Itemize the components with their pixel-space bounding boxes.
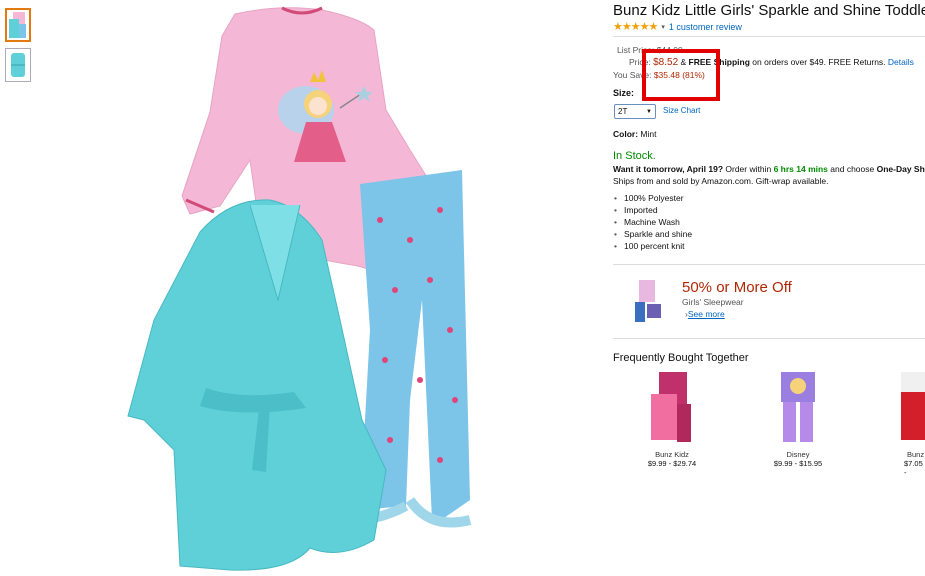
countdown-timer: 6 hrs 14 mins [773, 164, 828, 174]
shipping-details-link[interactable]: Details [888, 57, 914, 67]
thumbnail-2-image [11, 53, 25, 77]
color-value: Mint [640, 129, 657, 139]
fbt-item-price: $9.99 - $15.95 [773, 459, 823, 468]
feature-item: Imported [613, 204, 692, 216]
delivery-info: Want it tomorrow, April 19? Order within… [613, 163, 925, 187]
thumbnail-1[interactable] [5, 8, 31, 42]
main-product-image [127, 6, 472, 571]
thumbnail-2[interactable] [5, 48, 31, 82]
promo-see-more[interactable]: ›See more [685, 309, 725, 319]
fbt-item-brand: Bunz [907, 450, 925, 459]
divider [613, 36, 925, 37]
divider [613, 264, 925, 265]
size-chart-link[interactable]: Size Chart [663, 106, 700, 115]
fbt-item-price: $7.05 - [904, 459, 923, 477]
fbt-item-brand: Disney [786, 450, 810, 459]
want-it-tomorrow: Want it tomorrow, April 19? [613, 164, 724, 174]
divider [613, 338, 925, 339]
chevron-down-icon: ▼ [646, 108, 652, 115]
color-label: Color: [613, 129, 639, 139]
fbt-title: Frequently Bought Together [613, 352, 749, 364]
feature-item: Sparkle and shine [613, 228, 692, 240]
feature-item: 100 percent knit [613, 240, 692, 252]
fbt-item[interactable]: Bunz $7.05 - [875, 368, 925, 477]
customer-reviews-link[interactable]: 1 customer review [669, 22, 742, 32]
thumbnail-1-image [9, 12, 26, 38]
ships-from-text: Ships from and sold by Amazon.com. Gift-… [613, 176, 829, 186]
stock-status: In Stock. [613, 150, 656, 162]
see-more-link[interactable]: See more [688, 309, 725, 319]
order-within-text: Order within [723, 164, 774, 174]
promo-title: 50% or More Off [682, 279, 792, 296]
fbt-item-image [781, 372, 815, 442]
color-row: Color: Mint [613, 129, 656, 139]
price-highlight-box [642, 49, 720, 101]
size-label: Size: [613, 88, 635, 98]
promo-sleepwear-image [635, 280, 661, 322]
chevron-down-icon[interactable]: ▾ [661, 23, 665, 31]
size-dropdown[interactable]: 2T ▼ [614, 104, 656, 119]
promo-banner[interactable]: 50% or More Off Girls' Sleepwear ›See mo… [613, 272, 925, 328]
fbt-item-image [651, 372, 691, 442]
size-selected-value: 2T [618, 107, 628, 116]
fbt-item[interactable]: Bunz Kidz $9.99 - $29.74 [632, 368, 712, 468]
rating-row: ★★★★★ ▾ 1 customer review [613, 20, 742, 33]
choose-text: and choose [827, 164, 877, 174]
feature-bullets: 100% Polyester Imported Machine Wash Spa… [613, 192, 692, 252]
shipping-suffix: on orders over $49. FREE Returns. [749, 57, 886, 67]
feature-item: 100% Polyester [613, 192, 692, 204]
fbt-item-image [901, 372, 925, 440]
one-day-shipping: One-Day Shi [876, 164, 925, 174]
fbt-item-price: $9.99 - $29.74 [647, 459, 697, 468]
feature-item: Machine Wash [613, 216, 692, 228]
fbt-item[interactable]: Disney $9.99 - $15.95 [758, 368, 838, 468]
product-title: Bunz Kidz Little Girls' Sparkle and Shin… [613, 2, 925, 19]
star-rating-icon[interactable]: ★★★★★ [613, 20, 658, 33]
fbt-item-brand: Bunz Kidz [655, 450, 689, 459]
promo-subtitle: Girls' Sleepwear [682, 297, 744, 307]
